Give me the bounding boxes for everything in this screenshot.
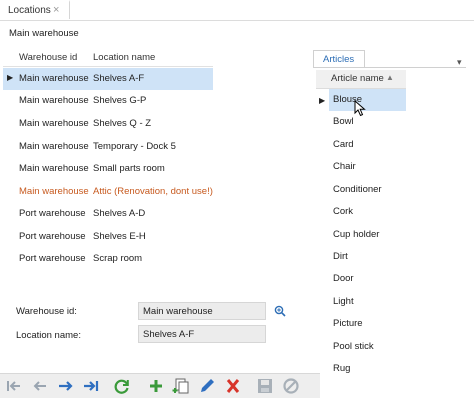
mouse-cursor-icon bbox=[354, 99, 366, 120]
row-indicator-icon: ▶ bbox=[319, 96, 326, 105]
delete-icon[interactable] bbox=[223, 377, 243, 395]
tab-locations[interactable]: Locations × bbox=[0, 0, 70, 19]
location-name-label: Location name: bbox=[16, 330, 81, 341]
cell-warehouse: Port warehouse bbox=[19, 253, 86, 264]
tab-articles-label: Articles bbox=[323, 54, 355, 65]
cell-location: Shelves G-P bbox=[93, 95, 147, 106]
cell-warehouse: Main warehouse bbox=[19, 73, 89, 84]
cell-location: Shelves E-H bbox=[93, 231, 146, 242]
list-item[interactable]: Cup holder bbox=[329, 224, 406, 246]
tab-label: Locations bbox=[8, 5, 51, 16]
cell-warehouse: Port warehouse bbox=[19, 231, 86, 242]
table-row[interactable]: Main warehouse Shelves G-P bbox=[3, 90, 213, 112]
article-name: Chair bbox=[333, 161, 356, 172]
warehouse-id-value: Main warehouse bbox=[143, 306, 213, 317]
article-name: Dirt bbox=[333, 251, 348, 262]
list-item[interactable]: Door bbox=[329, 268, 406, 290]
list-item[interactable]: Bowl bbox=[329, 111, 406, 133]
list-item[interactable]: Card bbox=[329, 134, 406, 156]
list-item[interactable]: Chair bbox=[329, 156, 406, 178]
prev-icon[interactable] bbox=[30, 377, 50, 395]
list-item[interactable]: Rug bbox=[329, 358, 406, 380]
next-icon[interactable] bbox=[56, 377, 76, 395]
table-row[interactable]: Main warehouse Small parts room bbox=[3, 158, 213, 180]
last-icon[interactable] bbox=[81, 377, 101, 395]
locations-grid: Warehouse id Location name ▶ Main wareho… bbox=[3, 48, 213, 272]
table-row[interactable]: Main warehouse Attic (Renovation, dont u… bbox=[3, 181, 213, 203]
list-item[interactable]: Dirt bbox=[329, 246, 406, 268]
article-name: Conditioner bbox=[333, 184, 382, 195]
column-header-warehouse[interactable]: Warehouse id bbox=[19, 52, 77, 63]
toolbar bbox=[0, 373, 320, 398]
list-item[interactable]: Light bbox=[329, 291, 406, 313]
article-name: Bowl bbox=[333, 116, 354, 127]
column-header-article: Article name bbox=[331, 73, 384, 84]
table-row[interactable]: Port warehouse Shelves A-D bbox=[3, 203, 213, 225]
list-item[interactable]: Cork bbox=[329, 201, 406, 223]
sort-ascending-icon: ▲ bbox=[386, 73, 394, 82]
grid-header: Warehouse id Location name bbox=[3, 48, 213, 67]
table-row[interactable]: Main warehouse Shelves Q - Z bbox=[3, 113, 213, 135]
chevron-down-icon[interactable]: ▾ bbox=[457, 57, 462, 68]
table-row[interactable]: ▶ Main warehouse Shelves A-F bbox=[3, 68, 213, 90]
page-subtitle: Main warehouse bbox=[9, 28, 79, 39]
warehouse-id-field[interactable]: Main warehouse bbox=[138, 302, 266, 320]
location-name-value: Shelves A-F bbox=[143, 329, 195, 340]
save-icon[interactable] bbox=[255, 377, 275, 395]
article-name: Cork bbox=[333, 206, 354, 217]
list-item[interactable]: Pool stick bbox=[329, 336, 406, 358]
cell-warehouse: Main warehouse bbox=[19, 95, 89, 106]
location-name-field[interactable]: Shelves A-F bbox=[138, 325, 266, 343]
edit-icon[interactable] bbox=[197, 377, 217, 395]
refresh-icon[interactable] bbox=[112, 377, 132, 395]
cell-warehouse: Main warehouse bbox=[19, 141, 89, 152]
table-row[interactable]: Port warehouse Shelves E-H bbox=[3, 226, 213, 248]
tab-articles[interactable]: Articles bbox=[313, 50, 365, 67]
copy-icon[interactable] bbox=[171, 377, 191, 395]
list-item[interactable]: Conditioner bbox=[329, 179, 406, 201]
first-icon[interactable] bbox=[4, 377, 24, 395]
close-icon[interactable]: × bbox=[53, 3, 59, 17]
cell-location: Temporary - Dock 5 bbox=[93, 141, 176, 152]
cell-location: Attic (Renovation, dont use!) bbox=[93, 186, 213, 197]
cell-location: Scrap room bbox=[93, 253, 143, 264]
cancel-icon[interactable] bbox=[281, 377, 301, 395]
tab-strip: Locations × bbox=[0, 0, 474, 21]
column-header-location[interactable]: Location name bbox=[93, 52, 155, 63]
cell-location: Shelves Q - Z bbox=[93, 118, 152, 129]
table-row[interactable]: Port warehouse Scrap room bbox=[3, 248, 213, 270]
cell-warehouse: Main warehouse bbox=[19, 118, 89, 129]
article-name: Card bbox=[333, 139, 354, 150]
article-name: Door bbox=[333, 273, 354, 284]
cell-warehouse: Port warehouse bbox=[19, 208, 86, 219]
cell-warehouse: Main warehouse bbox=[19, 163, 89, 174]
article-name: Light bbox=[333, 296, 354, 307]
articles-header[interactable]: Article name ▲ bbox=[316, 70, 406, 89]
article-name: Pool stick bbox=[333, 341, 374, 352]
warehouse-id-label: Warehouse id: bbox=[16, 306, 77, 317]
row-indicator-icon: ▶ bbox=[7, 73, 14, 82]
list-item[interactable]: Picture bbox=[329, 313, 406, 335]
cell-warehouse: Main warehouse bbox=[19, 186, 89, 197]
article-name: Cup holder bbox=[333, 229, 380, 240]
add-icon[interactable] bbox=[146, 377, 166, 395]
cell-location: Shelves A-D bbox=[93, 208, 146, 219]
zoom-in-icon[interactable] bbox=[274, 305, 286, 320]
list-item[interactable]: Blouse bbox=[329, 89, 406, 111]
table-row[interactable]: Main warehouse Temporary - Dock 5 bbox=[3, 136, 213, 158]
divider bbox=[313, 67, 466, 68]
cell-location: Shelves A-F bbox=[93, 73, 145, 84]
article-name: Rug bbox=[333, 363, 351, 374]
article-name: Picture bbox=[333, 318, 363, 329]
cell-location: Small parts room bbox=[93, 163, 165, 174]
